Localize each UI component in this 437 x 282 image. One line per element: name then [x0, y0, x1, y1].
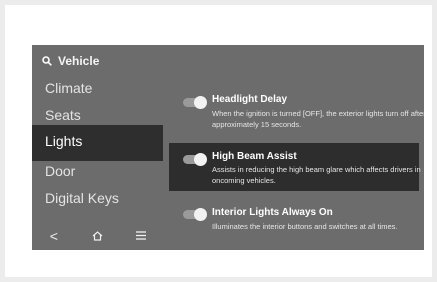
back-icon: < [49, 227, 58, 244]
setting-title: High Beam Assist [212, 151, 297, 162]
menu-icon [136, 231, 147, 240]
setting-title: Headlight Delay [212, 94, 288, 105]
setting-headlight-delay[interactable]: Headlight Delay When the ignition is tur… [169, 89, 424, 135]
interior-lights-toggle[interactable] [183, 208, 207, 221]
sidebar-item-lights[interactable]: Lights [32, 125, 163, 161]
setting-description: Illuminates the interior buttons and swi… [212, 222, 398, 231]
toggle-knob [194, 96, 207, 109]
headlight-delay-toggle[interactable] [183, 96, 207, 109]
home-button[interactable] [82, 224, 112, 248]
sidebar-item-lights-label: Lights [45, 133, 83, 149]
sidebar-item-seats[interactable]: Seats [45, 107, 81, 123]
search-bar[interactable]: Vehicle [42, 51, 99, 71]
search-icon [42, 56, 52, 66]
toggle-knob [194, 153, 207, 166]
sidebar-item-door[interactable]: Door [45, 163, 75, 179]
sidebar-item-climate[interactable]: Climate [45, 80, 92, 96]
bottom-nav: < [32, 221, 163, 250]
setting-interior-lights-always-on[interactable]: Interior Lights Always On Illuminates th… [169, 204, 419, 234]
display-frame: Vehicle Climate Seats Lights Door Digita… [5, 5, 432, 277]
high-beam-assist-toggle[interactable] [183, 153, 207, 166]
settings-panel: Headlight Delay When the ignition is tur… [163, 45, 424, 250]
back-button[interactable]: < [39, 224, 69, 248]
toggle-knob [194, 208, 207, 221]
home-icon [92, 230, 103, 241]
setting-high-beam-assist[interactable]: High Beam Assist Assists in reducing the… [169, 143, 421, 191]
setting-description: When the ignition is turned [OFF], the e… [212, 109, 424, 129]
setting-description: Assists in reducing the high beam glare … [212, 165, 421, 185]
setting-title: Interior Lights Always On [212, 207, 333, 218]
search-label: Vehicle [58, 54, 100, 68]
sidebar: Vehicle Climate Seats Lights Door Digita… [32, 45, 163, 250]
infotainment-screen: Vehicle Climate Seats Lights Door Digita… [32, 45, 424, 250]
menu-button[interactable] [126, 224, 156, 248]
sidebar-item-digital-keys[interactable]: Digital Keys [45, 190, 119, 206]
